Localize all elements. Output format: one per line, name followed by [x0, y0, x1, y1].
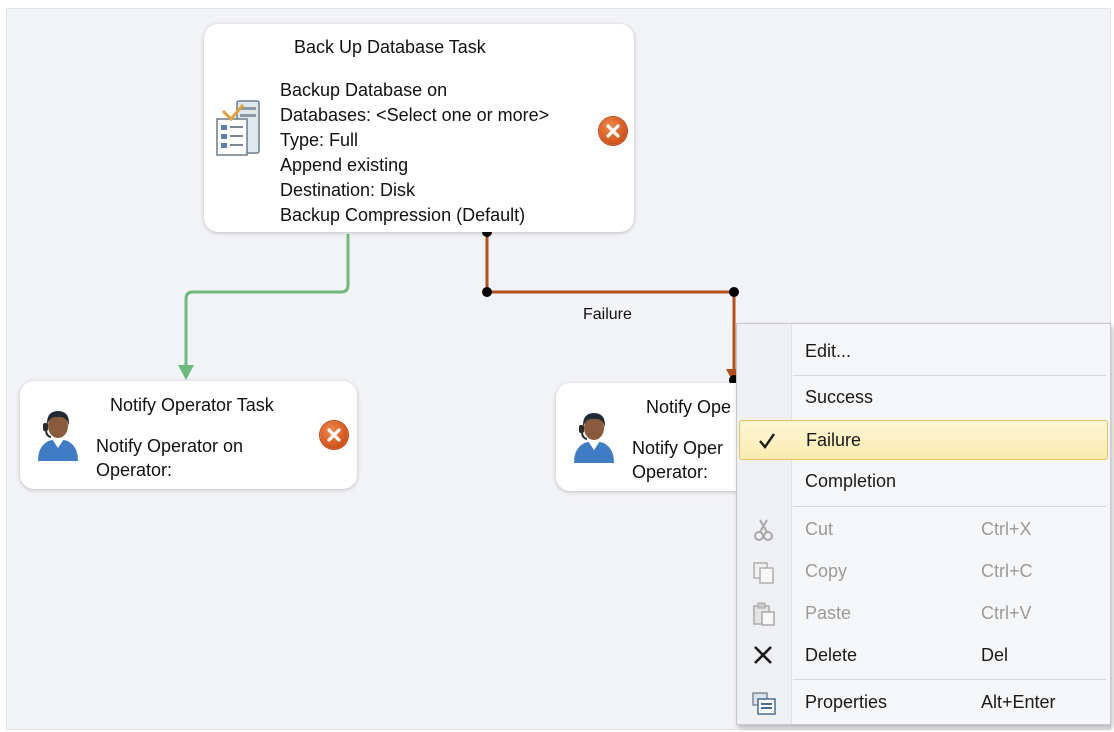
task-detail-line: Destination: Disk [280, 180, 416, 200]
task-detail-line: Operator: [96, 460, 173, 480]
task-detail-line: Operator: [632, 462, 709, 482]
success-constraint-line[interactable] [184, 234, 350, 367]
copy-icon [753, 562, 774, 584]
menu-item-label: Properties [805, 692, 888, 712]
menu-item-shortcut: Alt+Enter [981, 692, 1056, 712]
menu-item-shortcut: Ctrl+C [981, 561, 1033, 581]
menu-item-copy[interactable]: Copy Ctrl+C [739, 552, 1108, 592]
task-title: Notify Ope [646, 397, 732, 417]
checkmark-icon [759, 433, 775, 449]
menu-item-delete[interactable]: Delete Del [739, 636, 1108, 676]
menu-item-shortcut: Del [981, 645, 1009, 665]
failure-constraint-line[interactable] [485, 232, 736, 374]
properties-icon [752, 692, 776, 715]
paste-icon [753, 602, 775, 626]
task-detail-line: Databases: <Select one or more> [280, 105, 550, 125]
task-detail-line: Append existing [280, 155, 409, 175]
menu-item-edit[interactable]: Edit... [739, 332, 1108, 372]
task-title: Notify Operator Task [110, 395, 274, 415]
menu-item-completion[interactable]: Completion [739, 462, 1108, 502]
menu-item-label: Copy [805, 561, 848, 581]
menu-separator [793, 506, 1106, 507]
task-detail-line: Notify Oper [632, 438, 724, 458]
menu-item-label: Failure [806, 430, 862, 450]
menu-separator [793, 375, 1106, 376]
menu-item-failure[interactable]: Failure [739, 420, 1108, 460]
success-arrowhead [178, 365, 194, 380]
scissors-icon [754, 519, 773, 541]
menu-item-cut[interactable]: Cut Ctrl+X [739, 510, 1108, 550]
connector-handle[interactable] [729, 287, 739, 297]
operator-person-icon [574, 413, 614, 463]
task-detail-line: Backup Database on [280, 80, 448, 100]
notify-operator-task[interactable]: Notify Operator Task Notify Operator on … [20, 381, 357, 489]
menu-separator [793, 679, 1106, 680]
menu-item-shortcut: Ctrl+X [981, 519, 1032, 539]
task-detail-line: Type: Full [280, 130, 359, 150]
operator-person-icon [38, 411, 78, 461]
menu-item-shortcut: Ctrl+V [981, 603, 1032, 623]
backup-database-task[interactable]: Back Up Database Task Backup Database on… [204, 24, 634, 232]
context-menu: Edit... Success Failure Completion Cut C… [736, 323, 1111, 725]
menu-item-label: Delete [805, 645, 858, 665]
menu-item-label: Success [805, 387, 874, 407]
delete-x-icon [754, 646, 772, 664]
connector-handle[interactable] [482, 287, 492, 297]
failure-label: Failure [583, 306, 632, 323]
menu-item-paste[interactable]: Paste Ctrl+V [739, 594, 1108, 634]
menu-item-label: Edit... [805, 341, 852, 361]
menu-item-label: Completion [805, 471, 897, 491]
menu-item-properties[interactable]: Properties Alt+Enter [739, 683, 1108, 723]
menu-item-label: Cut [805, 519, 834, 539]
task-detail-line: Notify Operator on [96, 436, 244, 456]
error-icon[interactable] [599, 117, 627, 145]
database-backup-icon [216, 100, 260, 156]
task-detail-line: Backup Compression (Default) [280, 205, 526, 225]
task-title: Back Up Database Task [294, 37, 486, 57]
error-icon[interactable] [320, 421, 348, 449]
menu-item-success[interactable]: Success [739, 378, 1108, 418]
menu-item-label: Paste [805, 603, 852, 623]
